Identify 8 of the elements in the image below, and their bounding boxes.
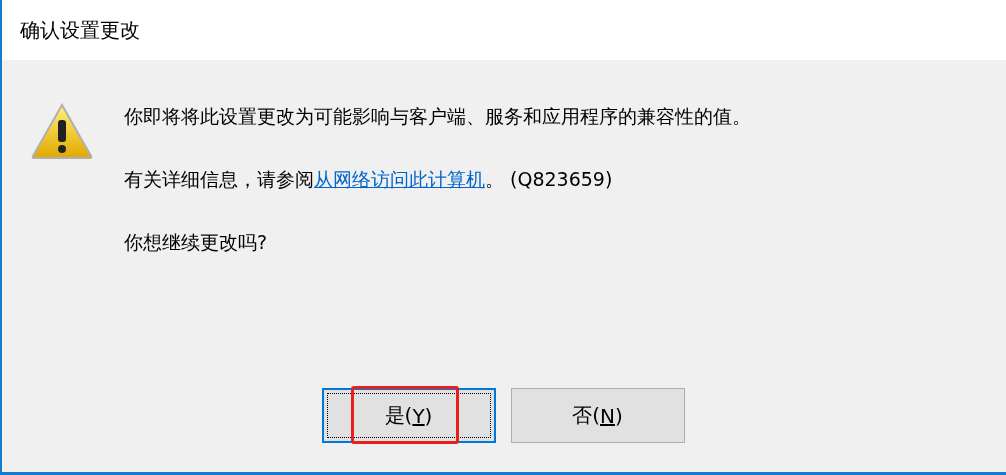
help-link[interactable]: 从网络访问此计算机: [314, 168, 485, 190]
window-title: 确认设置更改: [20, 16, 140, 44]
warning-icon: [30, 102, 94, 160]
message-text: 你想继续更改吗?: [124, 230, 269, 255]
message-text: 有关详细信息，请参阅从网络访问此计算机。 (Q823659): [124, 167, 614, 192]
dialog-button[interactable]: 否(N): [510, 388, 685, 443]
message-text: 你即将将此设置更改为可能影响与客户端、服务和应用程序的兼容性的值。: [124, 104, 751, 129]
dialog-button[interactable]: 是(Y): [321, 388, 496, 443]
